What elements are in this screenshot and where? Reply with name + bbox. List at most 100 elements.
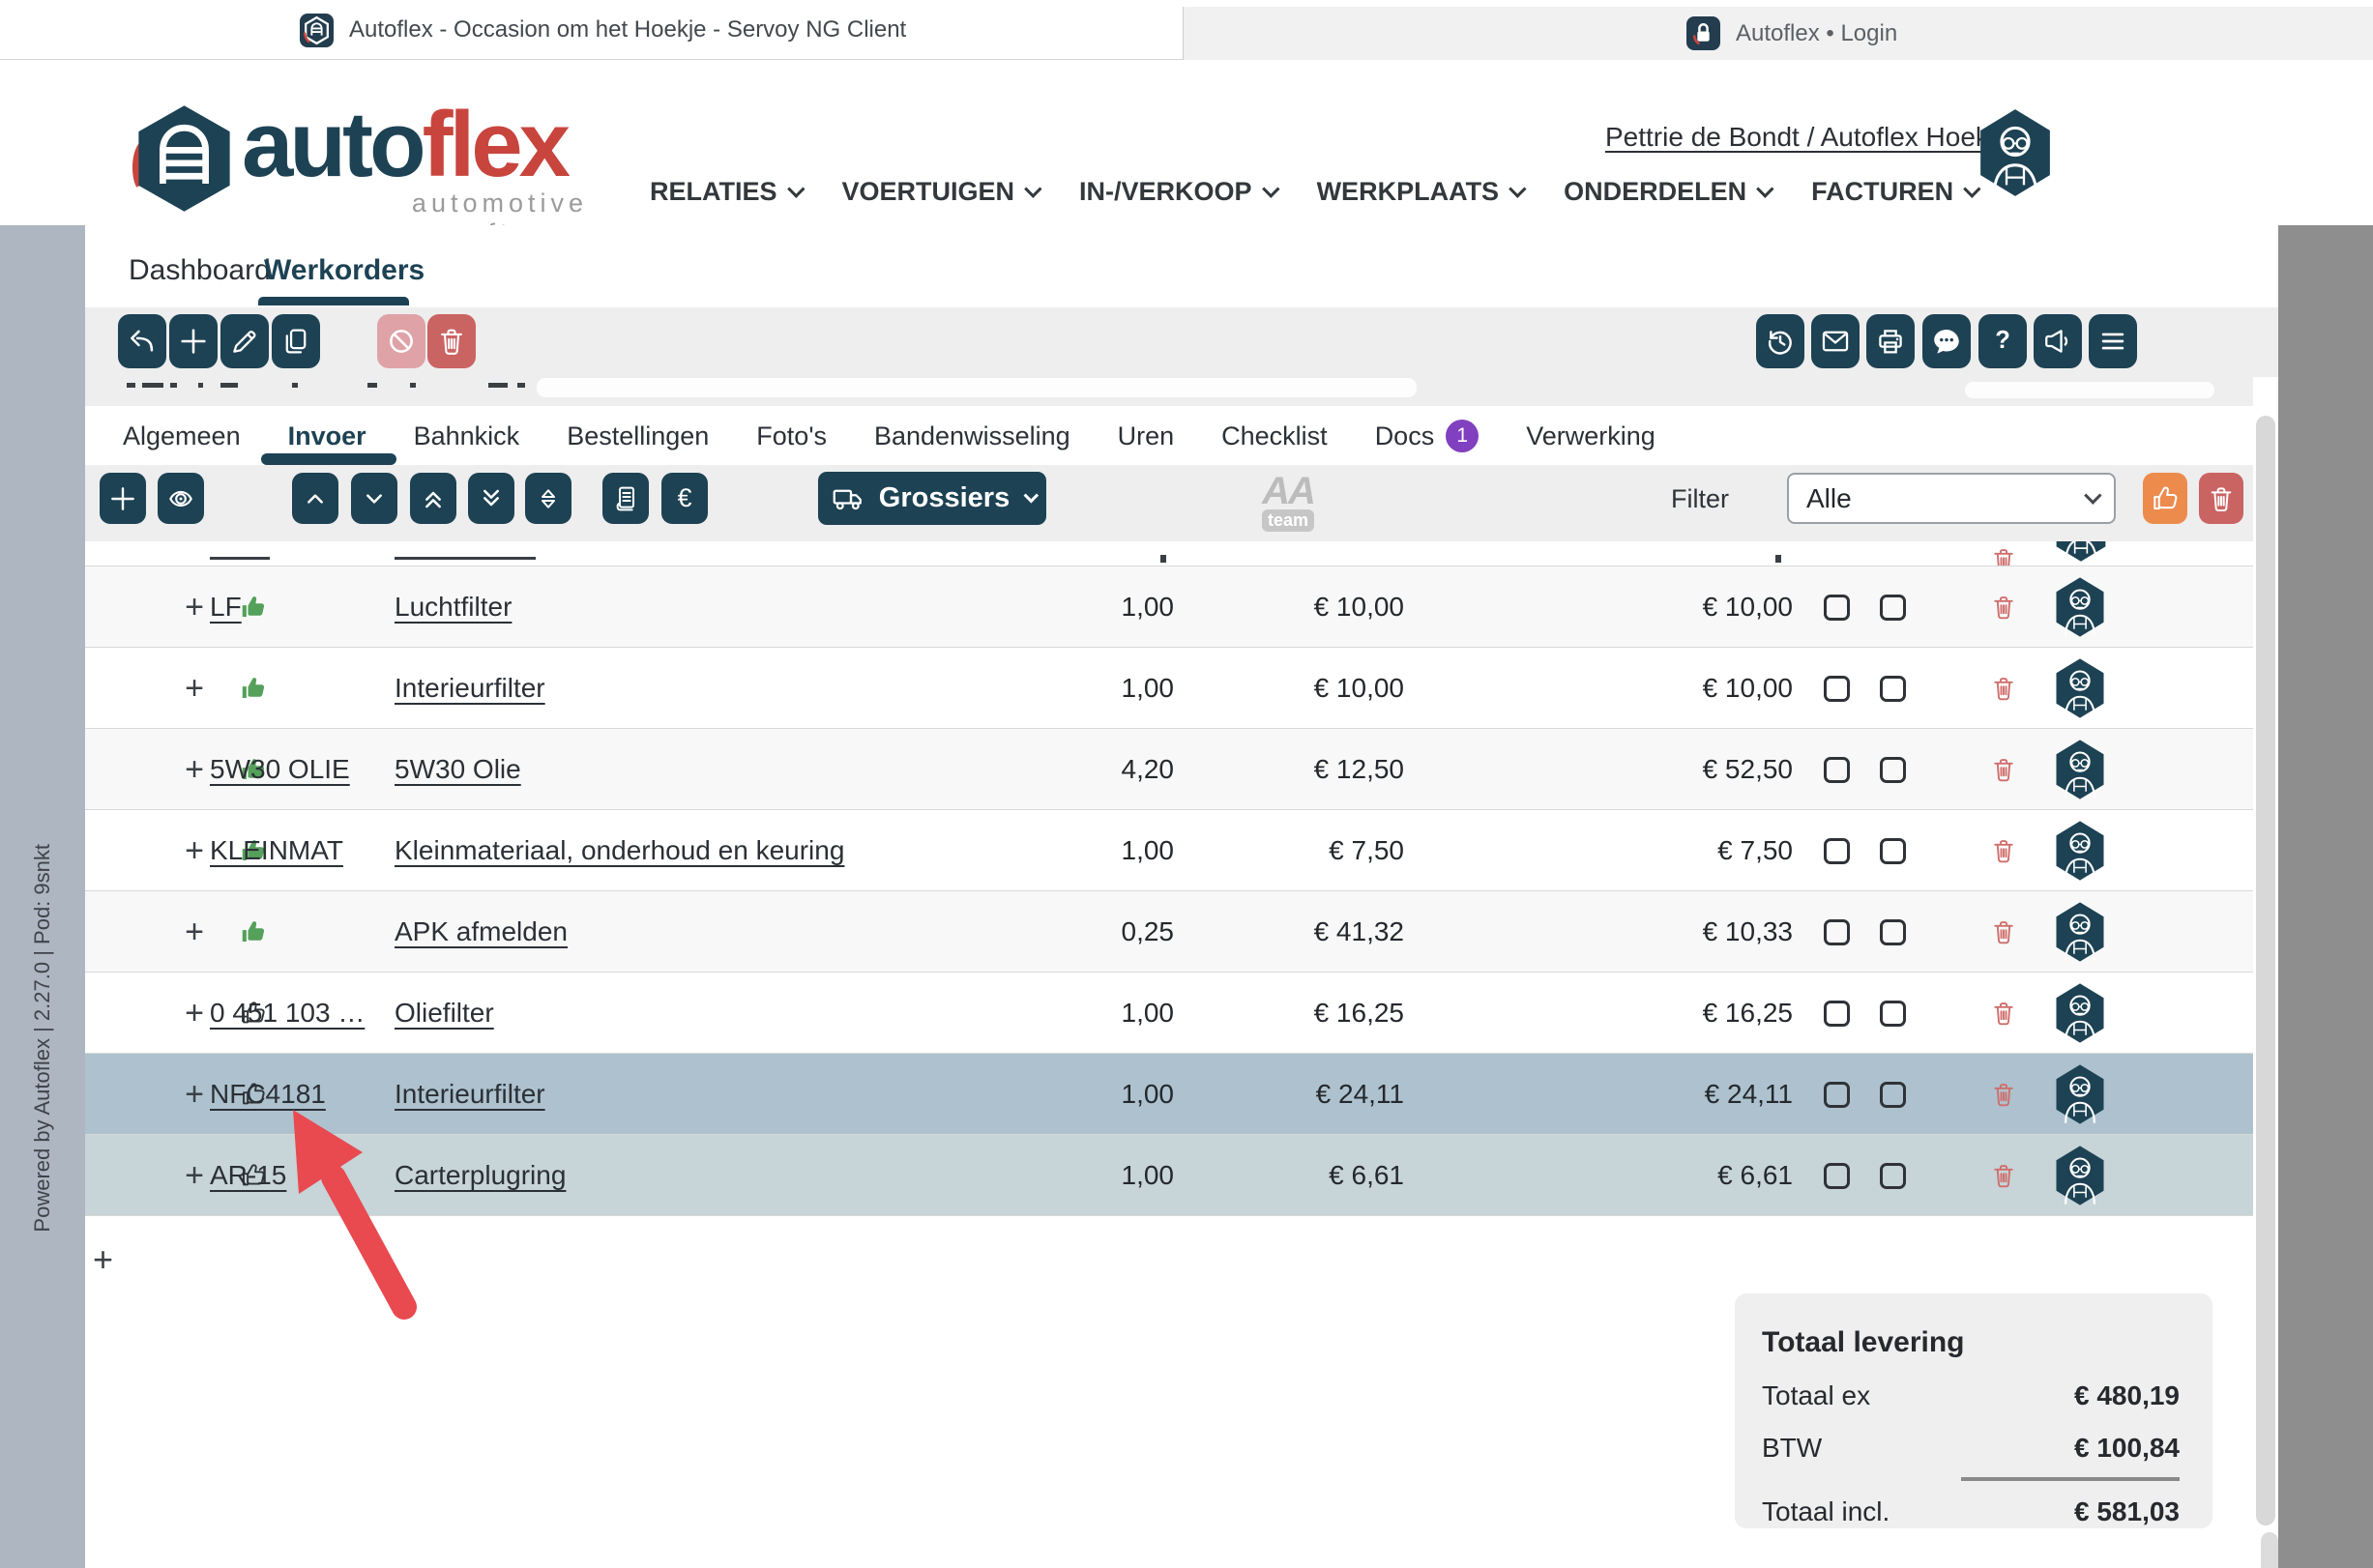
table-row[interactable]: + Interieurfilter 1,00 € 10,00 € 10,00 [85, 648, 2255, 729]
article-code-link[interactable]: LF [210, 592, 242, 623]
row-checkbox-1[interactable] [1824, 838, 1850, 864]
article-code-link[interactable]: 5W30 OLIE [210, 754, 350, 785]
mechanic-avatar[interactable] [2051, 1054, 2109, 1135]
article-code-link[interactable]: NFC4181 [210, 1079, 326, 1110]
row-checkbox-1[interactable] [1824, 595, 1850, 621]
delete-row-button[interactable] [1982, 810, 2025, 891]
euro-button[interactable] [661, 473, 708, 524]
article-code-link[interactable]: 0 451 103 … [210, 998, 365, 1029]
row-checkbox-2[interactable] [1880, 757, 1906, 783]
delete-button[interactable] [427, 314, 476, 368]
expand-row-button[interactable]: + [178, 973, 211, 1054]
delete-row-button[interactable] [1982, 566, 2025, 648]
table-row[interactable]: + LF Luchtfilter 1,00 € 10,00 € 10,00 [85, 566, 2255, 648]
delete-row-button[interactable] [1982, 973, 2025, 1054]
approved-thumb-icon[interactable] [234, 648, 273, 729]
view-button[interactable] [158, 473, 204, 524]
article-desc-link[interactable]: APK afmelden [395, 916, 568, 947]
expand-row-button[interactable]: + [178, 566, 211, 648]
row-checkbox-1[interactable] [1824, 919, 1850, 945]
scrollbar-thumb[interactable] [2256, 416, 2275, 1525]
move-up-button[interactable] [292, 473, 338, 524]
mechanic-avatar[interactable] [2051, 648, 2109, 729]
article-desc-link[interactable]: 5W30 Olie [395, 754, 521, 785]
mechanic-avatar[interactable] [2051, 729, 2109, 810]
sort-button[interactable] [525, 473, 571, 524]
filter-select[interactable]: Alle [1787, 473, 2116, 524]
tab-werkorders[interactable]: Werkorders [264, 254, 425, 287]
table-row[interactable]: + 0 451 103 … Oliefilter 1,00 € 16,25 € … [85, 973, 2255, 1054]
help-button[interactable] [1978, 314, 2027, 368]
expand-row-button[interactable]: + [178, 891, 211, 973]
nav-facturen[interactable]: FACTUREN [1811, 177, 1976, 207]
move-top-button[interactable] [410, 473, 456, 524]
table-row[interactable]: + AR-15 Carterplugring 1,00 € 6,61 € 6,6… [85, 1135, 2255, 1216]
pricebook-button[interactable] [602, 473, 649, 524]
subtab-bestellingen[interactable]: Bestellingen [567, 421, 709, 451]
table-row-selected[interactable]: + NFC4181 Interieurfilter 1,00 € 24,11 €… [85, 1054, 2255, 1135]
row-checkbox-2[interactable] [1880, 1082, 1906, 1108]
row-checkbox-2[interactable] [1880, 1163, 1906, 1189]
article-desc-link[interactable]: Luchtfilter [395, 592, 512, 623]
subtab-uren[interactable]: Uren [1118, 421, 1175, 451]
mechanic-avatar[interactable] [2051, 810, 2109, 891]
row-checkbox-1[interactable] [1824, 676, 1850, 702]
article-desc-link[interactable]: Interieurfilter [395, 1079, 545, 1110]
table-row[interactable]: + APK afmelden 0,25 € 41,32 € 10,33 [85, 891, 2255, 973]
mail-button[interactable] [1811, 314, 1860, 368]
subtab-algemeen[interactable]: Algemeen [123, 421, 241, 451]
subtab-bahnkick[interactable]: Bahnkick [414, 421, 520, 451]
subtab-fotos[interactable]: Foto's [756, 421, 827, 451]
mechanic-avatar[interactable] [2051, 891, 2109, 973]
delete-row-button[interactable] [1982, 891, 2025, 973]
tab-dashboard[interactable]: Dashboard [129, 254, 271, 287]
mechanic-avatar[interactable] [2051, 1135, 2109, 1216]
move-down-button[interactable] [351, 473, 397, 524]
approved-thumb-icon[interactable] [234, 891, 273, 973]
subtab-checklist[interactable]: Checklist [1221, 421, 1328, 451]
row-checkbox-2[interactable] [1880, 838, 1906, 864]
add-button[interactable] [169, 314, 218, 368]
subtab-verwerking[interactable]: Verwerking [1526, 421, 1655, 451]
nav-werkplaats[interactable]: WERKPLAATS [1317, 177, 1522, 207]
delete-row-button[interactable] [1982, 1054, 2025, 1135]
delete-row-button[interactable] [1982, 1135, 2025, 1216]
row-checkbox-2[interactable] [1880, 1001, 1906, 1027]
row-checkbox-2[interactable] [1880, 919, 1906, 945]
nav-relaties[interactable]: RELATIES [650, 177, 800, 207]
expand-row-button[interactable]: + [178, 1135, 211, 1216]
grossiers-dropdown-button[interactable]: Grossiers [818, 472, 1046, 525]
article-code-link[interactable]: KLEINMAT [210, 835, 343, 866]
subtab-invoer[interactable]: Invoer [288, 421, 366, 451]
announcements-button[interactable] [2034, 314, 2082, 368]
article-desc-link[interactable]: Carterplugring [395, 1160, 566, 1191]
delete-row-button[interactable] [1982, 729, 2025, 810]
nav-onderdelen[interactable]: ONDERDELEN [1564, 177, 1769, 207]
block-button[interactable] [377, 314, 425, 368]
subtab-bandenwisseling[interactable]: Bandenwisseling [874, 421, 1070, 451]
menu-button[interactable] [2089, 314, 2137, 368]
subtab-docs[interactable]: Docs1 [1375, 420, 1479, 452]
row-checkbox-2[interactable] [1880, 676, 1906, 702]
undo-button[interactable] [118, 314, 166, 368]
user-avatar[interactable] [1976, 103, 2055, 202]
article-desc-link[interactable]: Oliefilter [395, 998, 494, 1029]
article-desc-link[interactable]: Interieurfilter [395, 673, 545, 704]
outer-scrollbar-thumb[interactable] [2261, 1532, 2278, 1568]
row-checkbox-1[interactable] [1824, 1163, 1850, 1189]
move-bottom-button[interactable] [468, 473, 514, 524]
browser-tab-active[interactable]: Autoflex - Occasion om het Hoekje - Serv… [0, 0, 1182, 60]
row-checkbox-2[interactable] [1880, 595, 1906, 621]
expand-row-button[interactable]: + [178, 1054, 211, 1135]
chat-button[interactable] [1922, 314, 1971, 368]
print-button[interactable] [1866, 314, 1915, 368]
article-desc-link[interactable]: Kleinmateriaal, onderhoud en keuring [395, 835, 844, 866]
history-button[interactable] [1756, 314, 1804, 368]
table-row[interactable]: + 5W30 OLIE 5W30 Olie 4,20 € 12,50 € 52,… [85, 729, 2255, 810]
mechanic-avatar[interactable] [2051, 566, 2109, 648]
row-checkbox-1[interactable] [1824, 757, 1850, 783]
expand-row-button[interactable]: + [178, 810, 211, 891]
expand-row-button[interactable]: + [178, 648, 211, 729]
add-new-line-button[interactable]: + [93, 1239, 113, 1280]
edit-button[interactable] [220, 314, 269, 368]
